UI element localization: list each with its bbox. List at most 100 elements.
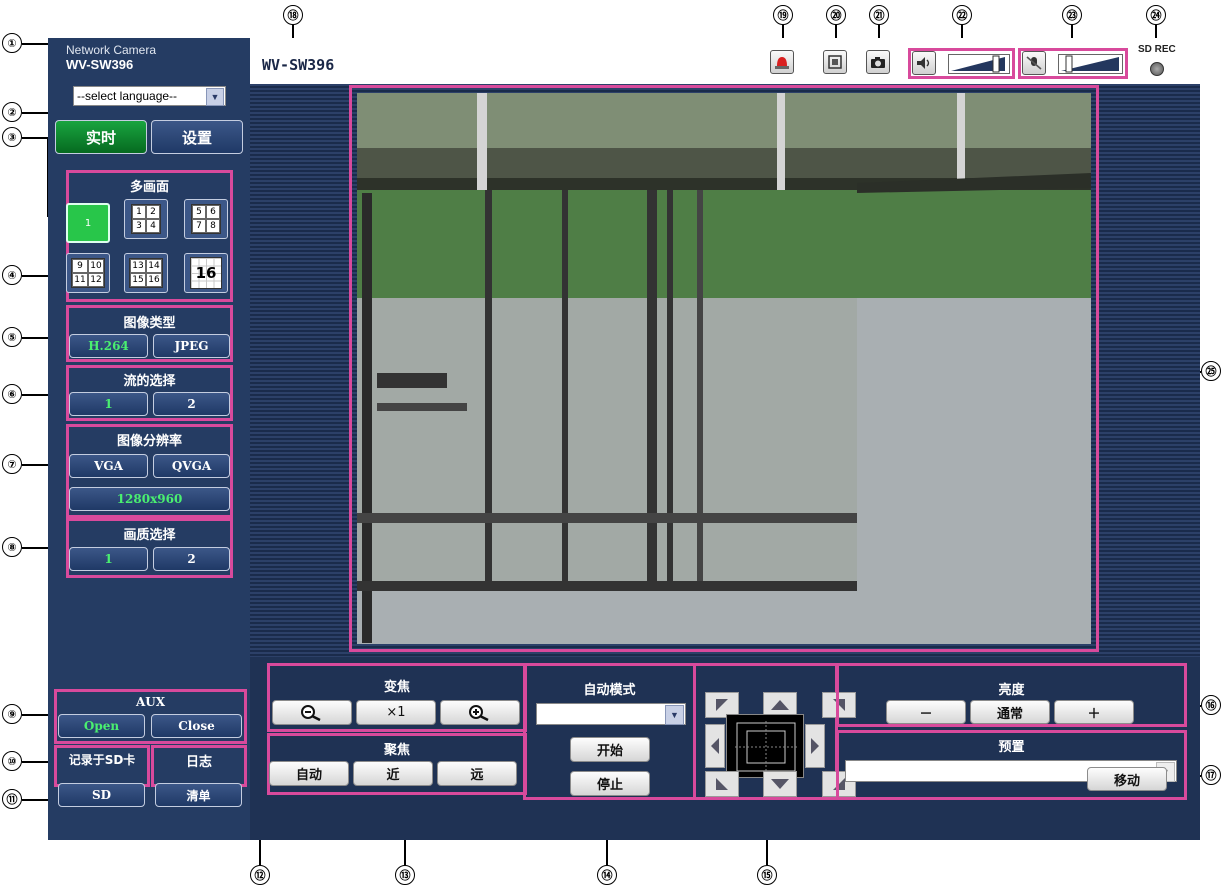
language-select-value: --select language-- — [77, 89, 178, 103]
callout-2: ② — [2, 102, 22, 122]
preset-move-button[interactable]: 移动 — [1087, 767, 1167, 791]
callout-20: ⑳ — [826, 5, 846, 25]
alarm-icon-button[interactable] — [770, 50, 794, 74]
focus-title: 聚焦 — [383, 743, 410, 758]
callout-17: ⑰ — [1201, 765, 1221, 785]
chevron-down-icon: ▼ — [206, 88, 224, 106]
image-type-title: 图像类型 — [123, 316, 176, 331]
layout-4-screen-13-16-button[interactable]: 13 14 15 16 — [124, 253, 168, 293]
quality-title: 画质选择 — [123, 528, 176, 543]
brightness-minus-button[interactable]: － — [886, 700, 966, 724]
pan-left-button[interactable] — [705, 724, 725, 768]
pan-down-left-button[interactable] — [705, 771, 739, 797]
log-list-button[interactable]: 清单 — [155, 783, 242, 807]
layout-4-screen-5-8-button[interactable]: 56 78 — [184, 199, 228, 239]
stream-title: 流的选择 — [123, 374, 176, 389]
callout-18: ⑱ — [283, 5, 303, 25]
grid-4-icon: 12 34 — [131, 204, 161, 234]
speaker-icon-button[interactable] — [912, 51, 936, 75]
fullscreen-icon — [828, 55, 842, 69]
auto-mode-select[interactable]: ▼ — [536, 703, 686, 725]
arrow-down-icon — [771, 779, 789, 789]
callout-10: ⑩ — [2, 751, 22, 771]
fullscreen-icon-button[interactable] — [823, 50, 847, 74]
callout-14: ⑭ — [597, 865, 617, 885]
layout-4-screen-9-12-button[interactable]: 9 10 11 12 — [66, 253, 110, 293]
resolution-title: 图像分辨率 — [116, 434, 182, 449]
quality-1-button[interactable]: 1 — [69, 547, 148, 571]
zoom-out-button[interactable] — [272, 700, 352, 725]
auto-mode-start-button[interactable]: 开始 — [570, 737, 650, 762]
brand-label: Network Camera — [66, 43, 157, 57]
layout-4-screen-1-4-button[interactable]: 12 34 — [124, 199, 168, 239]
arrow-up-left-icon — [716, 699, 728, 711]
layout-16-screen-button[interactable]: 16 — [184, 253, 228, 293]
page-title: WV-SW396 — [262, 56, 335, 74]
stream-1-button[interactable]: 1 — [69, 392, 148, 416]
grid-4-icon: 9 10 11 12 — [71, 258, 105, 288]
arrow-up-icon — [771, 700, 789, 710]
sd-rec-label: SD REC — [1138, 44, 1176, 55]
callout-13: ⑬ — [395, 865, 415, 885]
aux-close-button[interactable]: Close — [151, 714, 242, 738]
aux-open-button[interactable]: Open — [58, 714, 145, 738]
grid-4-icon: 56 78 — [191, 204, 221, 234]
callout-22: ㉒ — [952, 5, 972, 25]
callout-16: ⑯ — [1201, 695, 1221, 715]
focus-near-button[interactable]: 近 — [353, 761, 433, 786]
vga-button[interactable]: VGA — [69, 454, 148, 478]
pan-right-button[interactable] — [805, 724, 825, 768]
brightness-plus-button[interactable]: ＋ — [1054, 700, 1134, 724]
quality-2-button[interactable]: 2 — [153, 547, 230, 571]
callout-25: ㉕ — [1201, 361, 1221, 381]
qvga-button[interactable]: QVGA — [153, 454, 230, 478]
chevron-down-icon: ▼ — [665, 705, 684, 725]
brightness-normal-button[interactable]: 通常 — [970, 700, 1050, 724]
auto-mode-title: 自动模式 — [583, 683, 636, 698]
focus-far-button[interactable]: 远 — [437, 761, 517, 786]
tilt-down-button[interactable] — [763, 771, 797, 797]
zoom-x1-button[interactable]: ×1 — [356, 700, 436, 725]
zoom-title: 变焦 — [383, 680, 410, 695]
callout-7: ⑦ — [2, 454, 22, 474]
ptz-position-pad[interactable] — [726, 714, 804, 778]
sd-recording-title: 记录于SD卡 — [68, 753, 136, 767]
speaker-volume-slider[interactable] — [948, 54, 1010, 74]
language-select[interactable]: --select language-- ▼ — [73, 86, 226, 106]
volume-level-icon — [951, 55, 1005, 73]
aux-title: AUX — [135, 695, 166, 709]
focus-auto-button[interactable]: 自动 — [269, 761, 349, 786]
callout-15: ⑮ — [757, 865, 777, 885]
callout-24: ㉔ — [1146, 5, 1166, 25]
model-label: WV-SW396 — [66, 57, 134, 72]
callout-3: ③ — [2, 127, 22, 147]
sd-rec-indicator — [1150, 62, 1164, 76]
snapshot-icon-button[interactable] — [866, 50, 890, 74]
zoom-out-icon — [301, 704, 321, 721]
live-tab[interactable]: 实时 — [55, 120, 147, 154]
callout-11: ⑪ — [2, 789, 22, 809]
setup-tab[interactable]: 设置 — [151, 120, 243, 154]
jpeg-button[interactable]: JPEG — [153, 334, 230, 358]
resolution-1280x960-button[interactable]: 1280x960 — [69, 487, 230, 511]
speaker-icon — [917, 57, 930, 69]
ptz-pad-icon — [735, 721, 797, 773]
callout-1: ① — [2, 33, 22, 53]
auto-mode-stop-button[interactable]: 停止 — [570, 771, 650, 796]
callout-5: ⑤ — [2, 327, 22, 347]
callout-6: ⑥ — [2, 384, 22, 404]
callout-9: ⑨ — [2, 704, 22, 724]
stream-2-button[interactable]: 2 — [153, 392, 230, 416]
callout-8: ⑧ — [2, 537, 22, 557]
brightness-title: 亮度 — [998, 683, 1025, 698]
preset-title: 预置 — [998, 740, 1025, 755]
arrow-left-icon — [711, 738, 719, 754]
microphone-volume-slider[interactable] — [1058, 54, 1123, 74]
microphone-icon-button[interactable] — [1022, 51, 1046, 75]
layout-1-screen-button[interactable]: 1 — [66, 203, 110, 243]
zoom-in-button[interactable] — [440, 700, 520, 725]
h264-button[interactable]: H.264 — [69, 334, 148, 358]
callout-21: ㉑ — [869, 5, 889, 25]
callout-12: ⑫ — [250, 865, 270, 885]
sd-button[interactable]: SD — [58, 783, 145, 807]
